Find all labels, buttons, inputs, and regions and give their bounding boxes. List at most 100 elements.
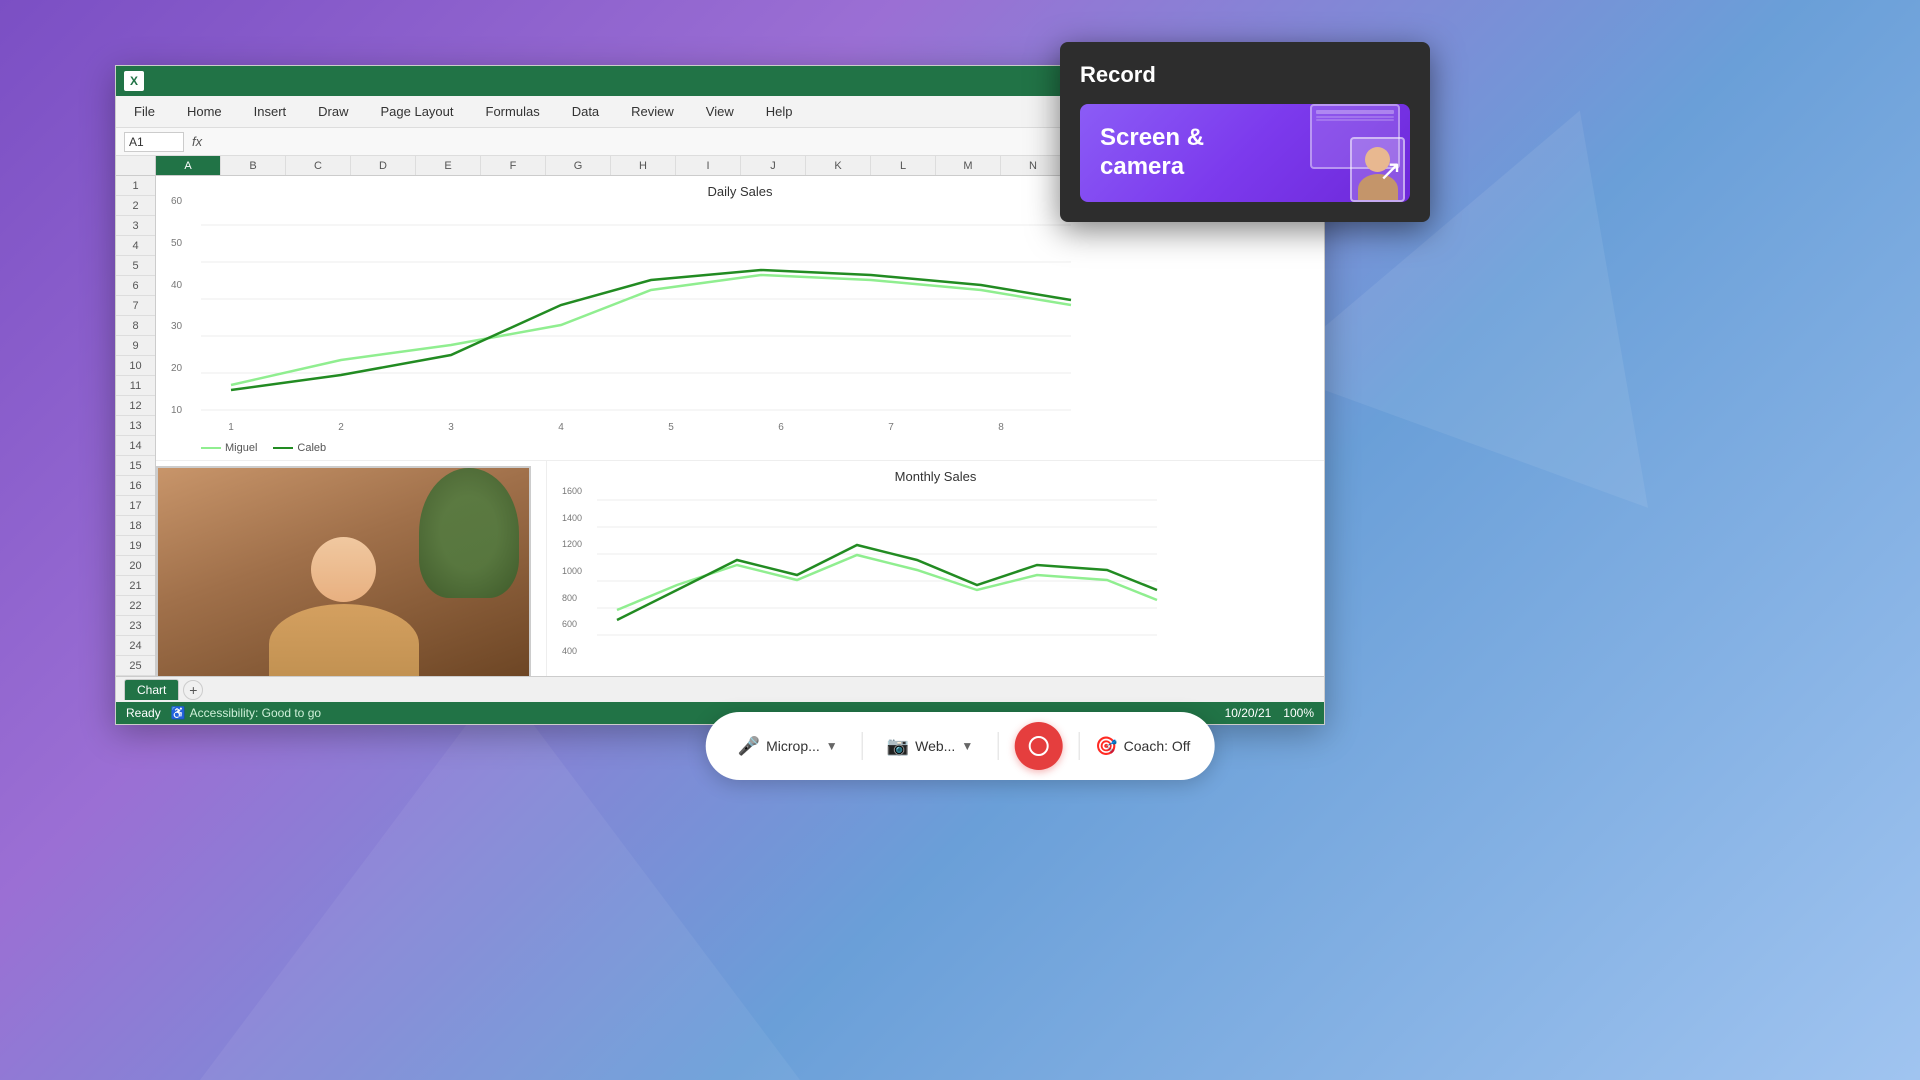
- col-header-g[interactable]: G: [546, 156, 611, 175]
- row-20[interactable]: 20: [116, 556, 155, 576]
- status-date: 10/20/21: [1225, 706, 1272, 720]
- sheet-body: 1 2 3 4 5 6 7 8 9 10 11 12 13 14 15 16 1…: [116, 176, 1324, 676]
- row-13[interactable]: 13: [116, 416, 155, 436]
- row-1[interactable]: 1: [116, 176, 155, 196]
- y-axis-60: 60: [171, 196, 182, 207]
- menu-file[interactable]: File: [128, 100, 161, 123]
- col-header-c[interactable]: C: [286, 156, 351, 175]
- toolbar-divider-2: [997, 732, 998, 760]
- col-header-e[interactable]: E: [416, 156, 481, 175]
- row-7[interactable]: 7: [116, 296, 155, 316]
- microphone-icon: 🎤: [738, 736, 760, 757]
- record-button[interactable]: [1014, 722, 1062, 770]
- menu-insert[interactable]: Insert: [248, 100, 293, 123]
- sheet-tab-chart[interactable]: Chart: [124, 679, 179, 700]
- screen-camera-label: Screen &camera: [1100, 124, 1204, 182]
- row-11[interactable]: 11: [116, 376, 155, 396]
- row-24[interactable]: 24: [116, 636, 155, 656]
- row-12[interactable]: 12: [116, 396, 155, 416]
- row-9[interactable]: 9: [116, 336, 155, 356]
- status-right: 10/20/21 100%: [1225, 706, 1314, 720]
- spreadsheet-area: A B C D E F G H I J K L M N O P Q 1 2 3: [116, 156, 1324, 724]
- row-23[interactable]: 23: [116, 616, 155, 636]
- my-axis-800: 800: [562, 593, 582, 603]
- col-header-l[interactable]: L: [871, 156, 936, 175]
- my-axis-600: 600: [562, 619, 582, 629]
- row-4[interactable]: 4: [116, 236, 155, 256]
- monthly-chart-svg: [597, 490, 1177, 675]
- coach-button[interactable]: 🎯 Coach: Off: [1095, 736, 1190, 757]
- row-17[interactable]: 17: [116, 496, 155, 516]
- accessibility-icon: ♿: [171, 706, 186, 720]
- row-14[interactable]: 14: [116, 436, 155, 456]
- svg-text:3: 3: [448, 422, 454, 433]
- screen-camera-card[interactable]: Screen &camera ↗: [1080, 104, 1410, 202]
- status-accessibility: ♿ Accessibility: Good to go: [171, 706, 321, 720]
- my-axis-400: 400: [562, 646, 582, 656]
- menu-formulas[interactable]: Formulas: [480, 100, 546, 123]
- row-18[interactable]: 18: [116, 516, 155, 536]
- cell-reference-input[interactable]: [124, 132, 184, 152]
- row-6[interactable]: 6: [116, 276, 155, 296]
- svg-text:2: 2: [338, 422, 344, 433]
- col-header-a[interactable]: A: [156, 156, 221, 175]
- menu-pagelayout[interactable]: Page Layout: [375, 100, 460, 123]
- chart-legend: Miguel Caleb: [201, 442, 1309, 454]
- col-header-h[interactable]: H: [611, 156, 676, 175]
- menu-help[interactable]: Help: [760, 100, 799, 123]
- col-header-f[interactable]: F: [481, 156, 546, 175]
- row-8[interactable]: 8: [116, 316, 155, 336]
- monthly-chart-title: Monthly Sales: [562, 469, 1309, 484]
- webcam-button[interactable]: 📷 Web... ▼: [879, 732, 982, 761]
- camera-feed: [156, 466, 531, 676]
- row-25[interactable]: 25: [116, 656, 155, 676]
- coach-label: Coach: Off: [1124, 738, 1191, 754]
- webcam-icon: 📷: [887, 736, 909, 757]
- menu-home[interactable]: Home: [181, 100, 228, 123]
- svg-text:1: 1: [228, 422, 234, 433]
- y-axis-50: 50: [171, 238, 182, 249]
- recording-toolbar: 🎤 Microp... ▼ 📷 Web... ▼ 🎯 Coach: Off: [706, 712, 1215, 780]
- excel-icon: X: [124, 71, 144, 91]
- menu-draw[interactable]: Draw: [312, 100, 354, 123]
- row-10[interactable]: 10: [116, 356, 155, 376]
- legend-caleb-label: Caleb: [297, 442, 326, 454]
- microphone-label: Microp...: [766, 738, 820, 754]
- row-16[interactable]: 16: [116, 476, 155, 496]
- coach-icon: 🎯: [1095, 736, 1117, 757]
- webcam-dropdown-icon[interactable]: ▼: [961, 739, 973, 753]
- row-21[interactable]: 21: [116, 576, 155, 596]
- legend-miguel: Miguel: [201, 442, 257, 454]
- accessibility-text: Accessibility: Good to go: [190, 706, 321, 720]
- menu-data[interactable]: Data: [566, 100, 605, 123]
- charts-container: Daily Sales 60 50 40 30 20 10: [156, 176, 1324, 676]
- row-15[interactable]: 15: [116, 456, 155, 476]
- add-sheet-button[interactable]: +: [183, 680, 203, 700]
- row-2[interactable]: 2: [116, 196, 155, 216]
- record-button-inner: [1028, 736, 1048, 756]
- row-5[interactable]: 5: [116, 256, 155, 276]
- y-axis-40: 40: [171, 280, 182, 291]
- monthly-sales-chart: Monthly Sales 1600 1400 1200 1000 800 60…: [546, 461, 1324, 676]
- svg-text:6: 6: [778, 422, 784, 433]
- row-3[interactable]: 3: [116, 216, 155, 236]
- col-header-j[interactable]: J: [741, 156, 806, 175]
- y-axis-10: 10: [171, 405, 182, 416]
- corner-cell: [116, 156, 156, 175]
- row-22[interactable]: 22: [116, 596, 155, 616]
- col-header-d[interactable]: D: [351, 156, 416, 175]
- microphone-dropdown-icon[interactable]: ▼: [826, 739, 838, 753]
- col-header-k[interactable]: K: [806, 156, 871, 175]
- svg-text:4: 4: [558, 422, 564, 433]
- microphone-button[interactable]: 🎤 Microp... ▼: [730, 732, 846, 761]
- menu-view[interactable]: View: [700, 100, 740, 123]
- col-header-m[interactable]: M: [936, 156, 1001, 175]
- row-19[interactable]: 19: [116, 536, 155, 556]
- plant-decoration: [419, 468, 519, 598]
- menu-review[interactable]: Review: [625, 100, 680, 123]
- legend-caleb: Caleb: [273, 442, 326, 454]
- person-body: [269, 604, 419, 676]
- col-header-n[interactable]: N: [1001, 156, 1066, 175]
- col-header-b[interactable]: B: [221, 156, 286, 175]
- col-header-i[interactable]: I: [676, 156, 741, 175]
